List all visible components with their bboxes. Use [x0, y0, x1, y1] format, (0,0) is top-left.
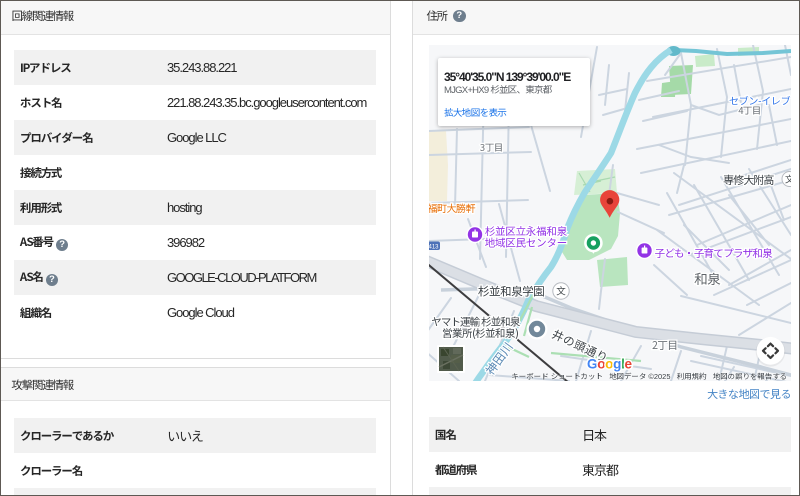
svg-text:営業所(杉並和泉): 営業所(杉並和泉) [442, 326, 518, 341]
svg-text:福町大勝軒: 福町大勝軒 [429, 200, 475, 215]
svg-text:4丁目: 4丁目 [738, 103, 761, 117]
svg-text:専修大附高: 専修大附高 [723, 172, 774, 188]
svg-text:3丁目: 3丁目 [480, 140, 503, 154]
svg-text:413: 413 [429, 245, 439, 251]
svg-text:文: 文 [556, 284, 566, 298]
svg-text:2丁目: 2丁目 [652, 338, 677, 353]
svg-text:子ども・子育てプラザ和泉: 子ども・子育てプラザ和泉 [655, 246, 774, 261]
svg-text:杉並和泉学園: 杉並和泉学園 [478, 283, 544, 299]
svg-text:地域区民センター: 地域区民センター [485, 235, 567, 250]
svg-text:和泉: 和泉 [694, 268, 721, 288]
svg-text:文: 文 [785, 173, 791, 186]
